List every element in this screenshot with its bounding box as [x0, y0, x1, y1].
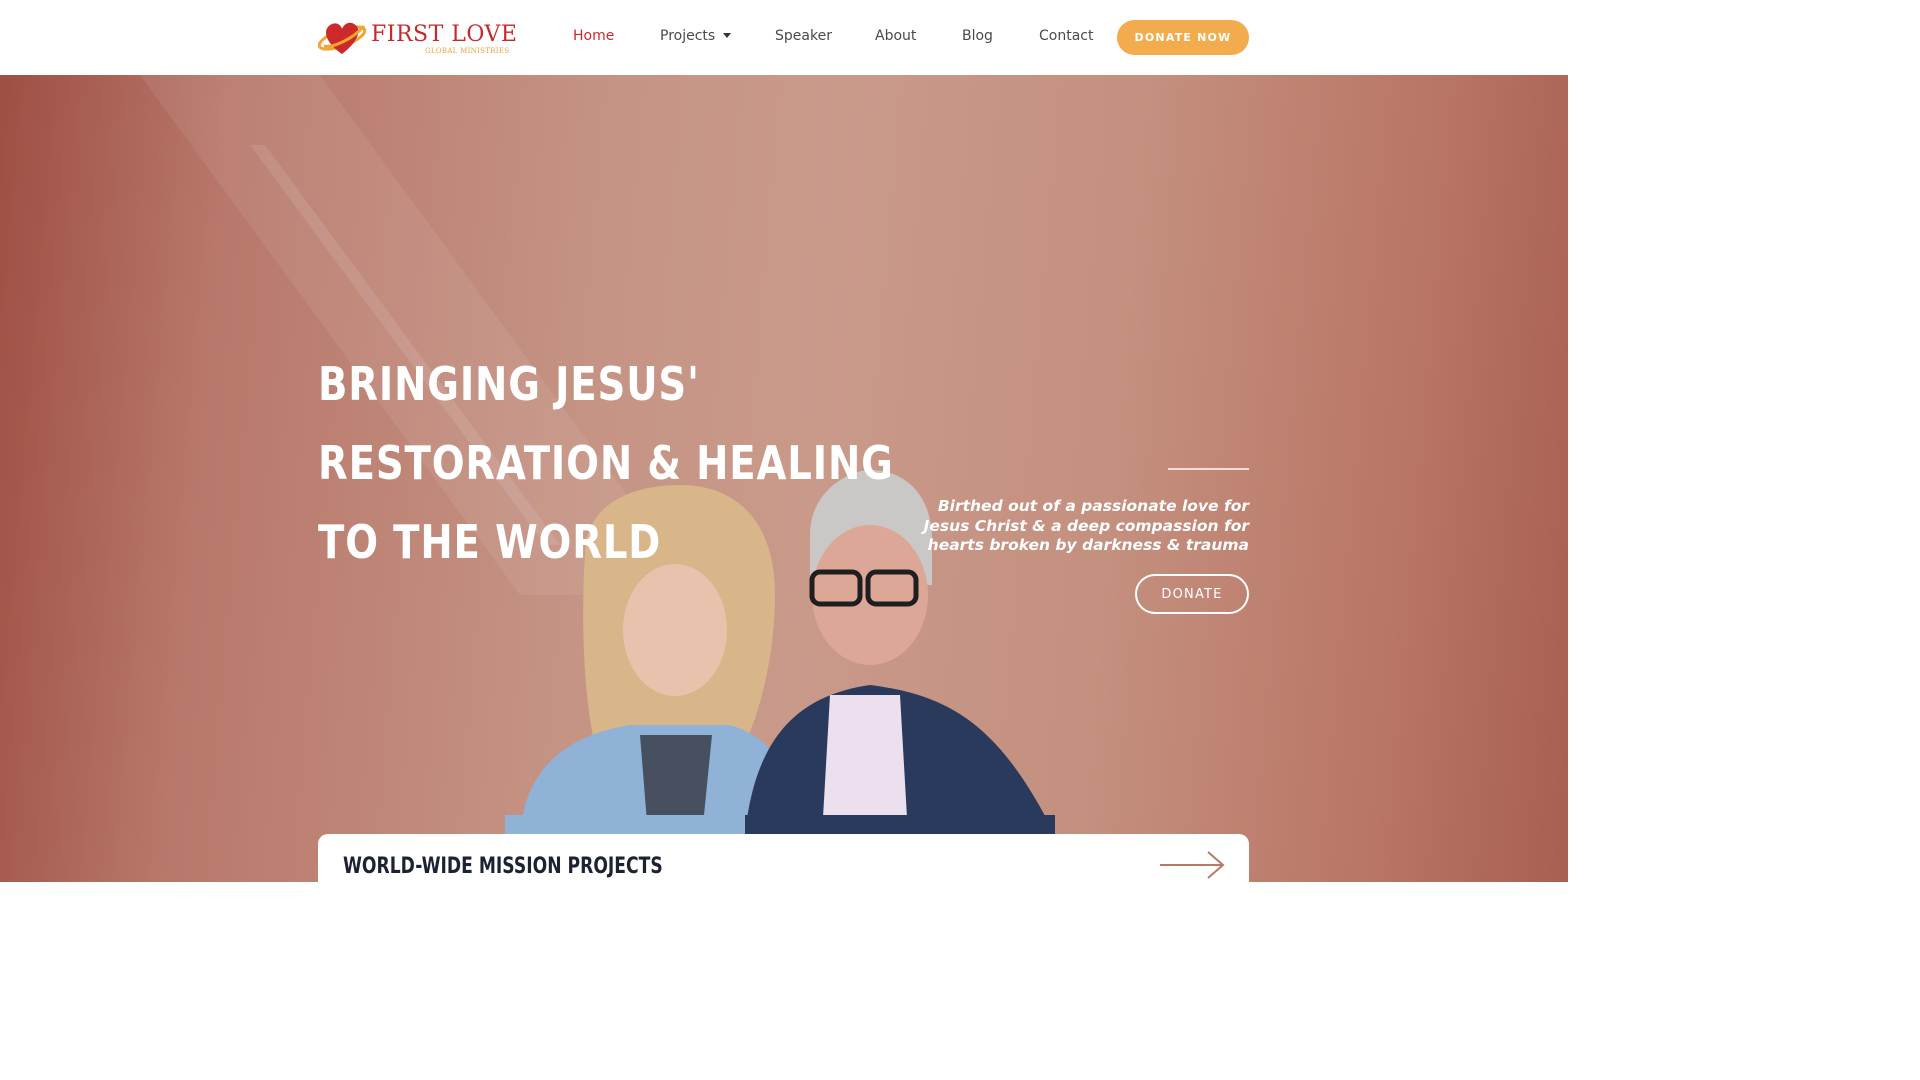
logo-tagline: GLOBAL MINISTRIES: [425, 47, 510, 55]
hero-section: BRINGING JESUS' RESTORATION & HEALING TO…: [0, 75, 1568, 882]
hero-tagline: Birthed out of a passionate love for Jes…: [923, 497, 1249, 554]
arrow-right-icon[interactable]: [1160, 850, 1226, 880]
nav-home[interactable]: Home: [573, 28, 614, 44]
nav-blog[interactable]: Blog: [962, 28, 993, 44]
nav-projects-label: Projects: [660, 28, 716, 44]
nav-contact[interactable]: Contact: [1039, 28, 1093, 44]
heart-icon: [318, 22, 367, 54]
mission-projects-card[interactable]: WORLD-WIDE MISSION PROJECTS: [318, 834, 1249, 882]
donate-button[interactable]: DONATE: [1135, 574, 1249, 614]
nav-projects[interactable]: Projects: [660, 28, 732, 44]
hero-title-line: RESTORATION & HEALING: [318, 436, 894, 490]
logo[interactable]: FIRST LOVE GLOBAL MINISTRIES: [318, 18, 518, 60]
hero-title: BRINGING JESUS' RESTORATION & HEALING TO…: [318, 345, 894, 582]
logo-text: FIRST LOVE: [371, 22, 518, 47]
nav-about[interactable]: About: [875, 28, 916, 44]
site-header: FIRST LOVE GLOBAL MINISTRIES Home Projec…: [0, 0, 1568, 75]
hero-title-line: TO THE WORLD: [318, 515, 662, 569]
divider: [1168, 468, 1249, 470]
mission-projects-title: WORLD-WIDE MISSION PROJECTS: [343, 854, 663, 879]
nav-speaker[interactable]: Speaker: [775, 28, 832, 44]
donate-now-button[interactable]: DONATE NOW: [1117, 20, 1249, 55]
chevron-down-icon: [723, 33, 732, 38]
hero-title-line: BRINGING JESUS': [318, 357, 700, 411]
